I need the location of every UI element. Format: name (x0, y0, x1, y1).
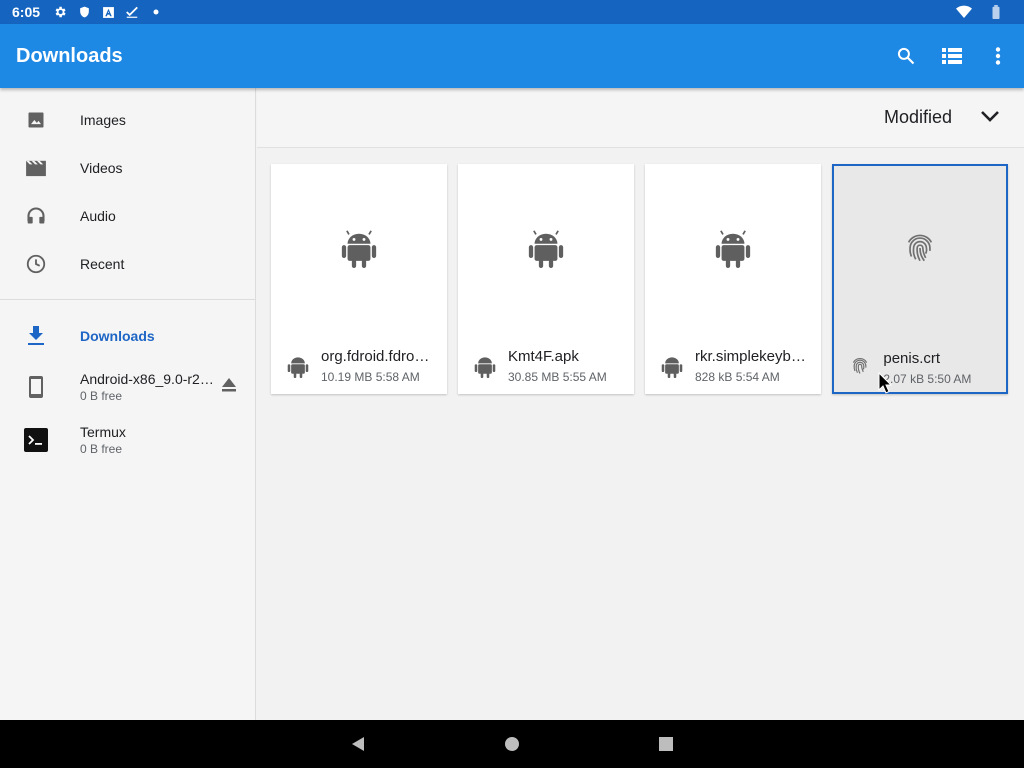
file-card-selected[interactable]: penis.crt 2.07 kB 5:50 AM (832, 164, 1008, 394)
drawer-item-audio[interactable]: Audio (0, 192, 255, 240)
file-name: org.fdroid.fdro… (321, 348, 430, 365)
drawer-divider (0, 299, 255, 300)
check-icon (124, 4, 140, 20)
content-area: Modified org.fdroid.fdro… 10.19 MB 5:58 … (257, 88, 1024, 720)
sort-bar: Modified (257, 88, 1024, 148)
drawer-item-label: Downloads (80, 328, 155, 344)
file-card[interactable]: rkr.simplekeyb… 828 kB 5:54 AM (645, 164, 821, 394)
file-meta: org.fdroid.fdro… 10.19 MB 5:58 AM (287, 348, 439, 384)
navigation-drawer: Images Videos Audio Recent Downloads And… (0, 88, 256, 720)
file-grid: org.fdroid.fdro… 10.19 MB 5:58 AM Kmt4F.… (257, 148, 1024, 410)
drawer-item-recent[interactable]: Recent (0, 240, 255, 288)
gear-icon (52, 4, 68, 20)
file-card[interactable]: org.fdroid.fdro… 10.19 MB 5:58 AM (271, 164, 447, 394)
status-bar: 6:05 (0, 0, 1024, 24)
status-time: 6:05 (12, 4, 41, 20)
mouse-cursor-icon (878, 371, 893, 399)
file-meta: penis.crt 2.07 kB 5:50 AM (850, 350, 998, 386)
drawer-item-label: Android-x86_9.0-r2… (80, 370, 214, 387)
search-icon[interactable] (894, 44, 918, 68)
phone-icon (24, 375, 48, 399)
movie-icon (24, 156, 48, 180)
file-name: rkr.simplekeyb… (695, 348, 806, 365)
chevron-down-icon[interactable] (980, 109, 1000, 127)
file-name: Kmt4F.apk (508, 348, 579, 365)
android-icon (474, 354, 496, 378)
clock-icon (24, 252, 48, 276)
file-info: 30.85 MB 5:55 AM (508, 370, 607, 384)
terminal-icon (24, 427, 48, 452)
appbar-actions (894, 44, 1010, 68)
android-icon (661, 354, 683, 378)
drawer-item-free: 0 B free (80, 441, 123, 456)
battery-icon (988, 4, 1004, 20)
drawer-item-label: Audio (80, 208, 116, 224)
file-text: org.fdroid.fdro… 10.19 MB 5:58 AM (321, 348, 439, 384)
file-text: penis.crt 2.07 kB 5:50 AM (883, 350, 998, 386)
fingerprint-icon (834, 230, 1006, 278)
drawer-item-free: 0 B free (80, 388, 123, 403)
file-info: 2.07 kB 5:50 AM (883, 372, 972, 386)
android-icon (458, 228, 634, 276)
drawer-item-label: Videos (80, 160, 123, 176)
status-right (956, 4, 1012, 20)
back-icon[interactable] (346, 732, 370, 756)
eject-icon[interactable] (221, 378, 237, 395)
file-name: penis.crt (883, 350, 941, 367)
file-info: 828 kB 5:54 AM (695, 370, 780, 384)
drawer-root-text: Termux 0 B free (80, 424, 126, 456)
headphones-icon (24, 204, 48, 228)
fingerprint-icon (850, 356, 871, 378)
android-icon (287, 354, 309, 378)
more-vert-icon[interactable] (986, 44, 1010, 68)
drawer-root-termux[interactable]: Termux 0 B free (0, 413, 255, 466)
download-icon (24, 324, 48, 348)
drawer-root-text: Android-x86_9.0-r2… 0 B free (80, 371, 214, 403)
drawer-item-label: Recent (80, 256, 125, 272)
wifi-icon (956, 4, 972, 20)
home-icon[interactable] (500, 732, 524, 756)
drawer-root-android-x86[interactable]: Android-x86_9.0-r2… 0 B free (0, 360, 255, 413)
drawer-root-downloads[interactable]: Downloads (0, 312, 255, 360)
file-info: 10.19 MB 5:58 AM (321, 370, 420, 384)
file-meta: Kmt4F.apk 30.85 MB 5:55 AM (474, 348, 626, 384)
page-title: Downloads (16, 44, 123, 67)
file-text: rkr.simplekeyb… 828 kB 5:54 AM (695, 348, 813, 384)
file-card[interactable]: Kmt4F.apk 30.85 MB 5:55 AM (458, 164, 634, 394)
android-icon (645, 228, 821, 276)
drawer-item-label: Images (80, 112, 126, 128)
recents-icon[interactable] (654, 732, 678, 756)
drawer-item-videos[interactable]: Videos (0, 144, 255, 192)
android-icon (271, 228, 447, 276)
sort-label[interactable]: Modified (884, 107, 952, 128)
drawer-item-images[interactable]: Images (0, 96, 255, 144)
dot-icon (148, 4, 164, 20)
drawer-item-label: Termux (80, 423, 126, 440)
system-nav-bar (0, 720, 1024, 768)
image-icon (24, 108, 48, 132)
app-bar: Downloads (0, 24, 1024, 88)
a-icon (100, 4, 116, 20)
shield-icon (76, 4, 92, 20)
file-meta: rkr.simplekeyb… 828 kB 5:54 AM (661, 348, 813, 384)
file-text: Kmt4F.apk 30.85 MB 5:55 AM (508, 348, 626, 384)
list-view-icon[interactable] (940, 44, 964, 68)
